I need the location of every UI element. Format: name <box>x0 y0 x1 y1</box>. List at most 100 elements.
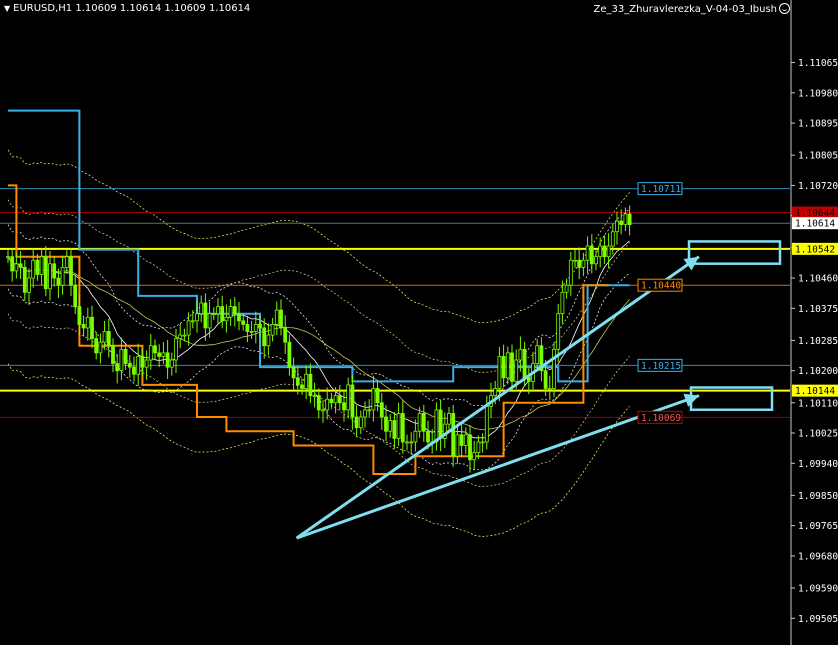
candle-body <box>321 409 325 412</box>
candle-body <box>316 395 321 411</box>
candle-body <box>472 452 477 461</box>
candle-body <box>367 409 372 412</box>
candle-body <box>174 338 178 361</box>
candle-body <box>186 320 191 336</box>
candle-body <box>413 430 418 443</box>
candle-body <box>560 291 565 315</box>
candle-body <box>279 309 283 329</box>
candle-body <box>39 256 44 275</box>
candle-body <box>312 395 317 398</box>
smiley-icon[interactable] <box>779 3 790 14</box>
candle-body <box>510 352 514 382</box>
candle-body <box>295 377 300 386</box>
candle-body <box>497 356 502 389</box>
candle-body <box>220 306 225 322</box>
axis-tick-label: 1.09940 <box>798 459 838 470</box>
candle-body <box>577 259 582 268</box>
collapse-triangle-icon[interactable]: ▼ <box>4 4 10 13</box>
candle-body <box>522 348 527 379</box>
candle-body <box>350 384 355 418</box>
candle-body <box>199 302 204 315</box>
candle-body <box>127 363 132 368</box>
candle-body <box>585 245 590 261</box>
level-label-1.10440: 1.10440 <box>641 281 681 292</box>
candle-body <box>384 416 388 432</box>
candle-body <box>237 313 241 322</box>
candle-body <box>283 327 288 343</box>
candle-body <box>434 409 439 443</box>
candle-body <box>333 395 338 404</box>
candle-body <box>144 359 149 368</box>
candle-body <box>594 256 598 265</box>
level-label-1.10069: 1.10069 <box>641 413 681 424</box>
candle-body <box>573 259 577 262</box>
candle-body <box>329 398 334 404</box>
candle-body <box>165 352 170 368</box>
candle-body <box>102 331 107 343</box>
candle-body <box>400 413 405 443</box>
candle-body <box>77 306 82 325</box>
candle-body <box>266 334 271 347</box>
candle-body <box>148 345 153 361</box>
candle-body <box>178 334 183 340</box>
axis-tick-label: 1.10110 <box>798 398 838 409</box>
candle-body <box>216 306 220 315</box>
candle-body <box>22 266 27 293</box>
axis-tick-label: 1.10805 <box>798 151 838 162</box>
axis-tick-label: 1.10460 <box>798 274 838 285</box>
candle-body <box>556 313 561 350</box>
candle-body <box>463 434 468 446</box>
candle-body <box>371 388 376 411</box>
axis-tick-label: 1.09850 <box>798 491 838 502</box>
candle-body <box>195 313 199 322</box>
symbol-info: EURUSD,H1 1.10609 1.10614 1.10609 1.1061… <box>13 3 251 14</box>
candle-body <box>619 220 624 226</box>
candle-body <box>535 345 540 364</box>
candle-body <box>253 323 258 332</box>
candle-body <box>304 373 309 389</box>
candle-body <box>505 352 510 379</box>
candle-body <box>358 416 363 429</box>
candle-body <box>270 323 275 336</box>
candle-body <box>308 373 313 397</box>
price-chart[interactable]: 1.11065 1.10980 1.10895 1.10805 1.10720 1.106… <box>0 0 838 645</box>
axis-tick-label: 1.10720 <box>798 181 838 192</box>
candle-body <box>203 302 208 329</box>
candle-body <box>354 416 359 429</box>
axis-price-label-1.10542: 1.10542 <box>795 244 835 255</box>
candle-body <box>300 384 304 389</box>
candle-body <box>337 395 342 404</box>
candle-body <box>602 245 607 258</box>
candle-body <box>43 256 48 290</box>
candle-body <box>90 316 94 340</box>
symbol-header: ▼ EURUSD,H1 1.10609 1.10614 1.10609 1.106… <box>4 3 250 14</box>
candle-body <box>346 384 351 411</box>
candle-body <box>451 413 456 457</box>
candle-body <box>161 352 166 357</box>
candle-body <box>153 345 157 354</box>
candle-body <box>241 320 246 325</box>
axis-tick-label: 1.09765 <box>798 521 838 532</box>
level-label-1.10215: 1.10215 <box>641 361 681 372</box>
candle-body <box>81 323 86 329</box>
candle-body <box>493 388 498 397</box>
candle-body <box>35 259 40 275</box>
candle-body <box>73 284 78 307</box>
candle-body <box>409 441 414 444</box>
candle-body <box>136 356 141 375</box>
candle-body <box>52 263 57 279</box>
candle-body <box>484 405 489 443</box>
candle-body <box>69 256 73 286</box>
candle-body <box>455 434 460 457</box>
axis-tick-label: 1.10895 <box>798 119 838 130</box>
candle-body <box>615 220 619 233</box>
candle-body <box>60 266 65 286</box>
level-label-1.10711: 1.10711 <box>641 184 681 195</box>
candle-body <box>18 263 23 268</box>
candle-body <box>388 420 393 432</box>
axis-tick-label: 1.10200 <box>798 366 838 377</box>
candle-body <box>291 366 296 379</box>
candle-body <box>94 338 99 354</box>
candle-body <box>207 313 212 329</box>
axis-tick-label: 1.10980 <box>798 88 838 99</box>
